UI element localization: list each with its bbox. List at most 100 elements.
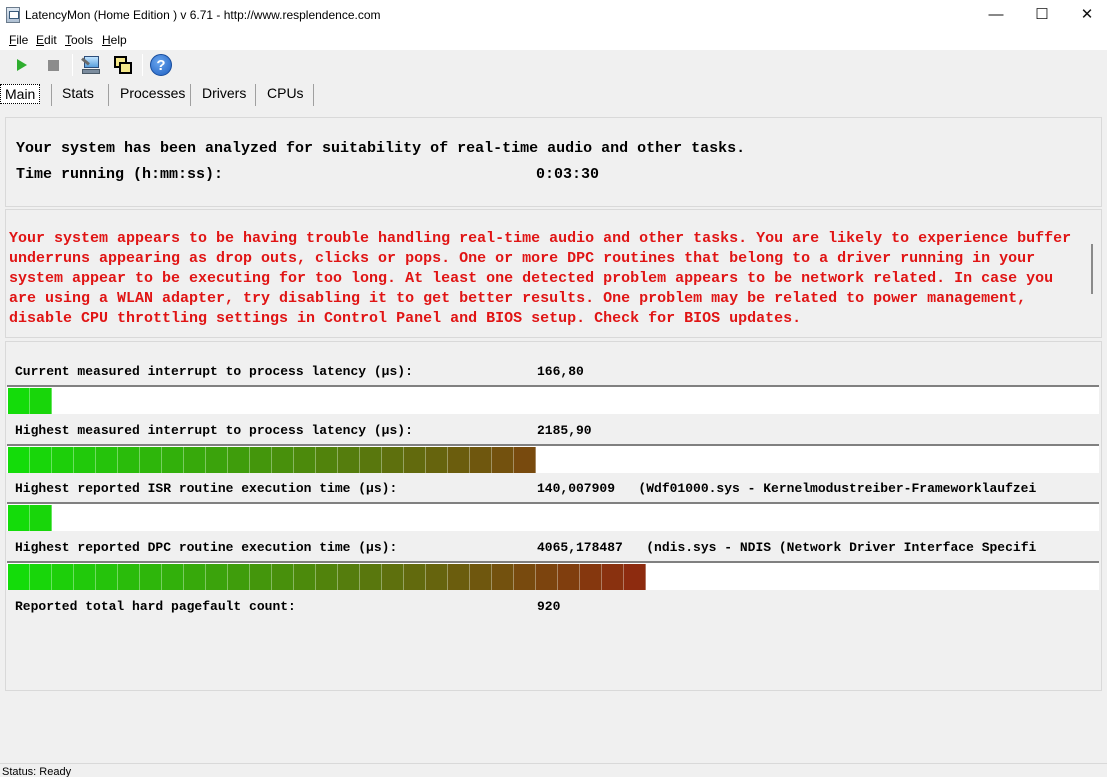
meter-segment [404, 564, 426, 590]
meter-segment [426, 447, 448, 473]
meter-segment [162, 447, 184, 473]
meter-segment [30, 564, 52, 590]
meter-segment [250, 447, 272, 473]
toolbar: ? [0, 50, 1107, 80]
windows-button[interactable] [111, 53, 135, 77]
stop-button[interactable] [41, 53, 65, 77]
dpc-time-value: 4065,178487 (ndis.sys - NDIS (Network Dr… [537, 540, 1037, 555]
start-button[interactable] [10, 53, 34, 77]
help-icon: ? [150, 54, 172, 76]
meter-segment [492, 564, 514, 590]
dpc-time-bar [7, 561, 1099, 590]
meter-segment [448, 564, 470, 590]
maximize-button[interactable]: ☐ [1019, 0, 1065, 30]
meter-segment [492, 447, 514, 473]
meter-segment [118, 447, 140, 473]
meter-segment [360, 564, 382, 590]
tab-separator [190, 84, 191, 106]
menu-help[interactable]: Help [102, 33, 127, 47]
isr-time-bar [7, 502, 1099, 531]
tab-cpus[interactable]: CPUs [263, 84, 308, 104]
scan-button[interactable] [79, 53, 103, 77]
metrics-panel: Current measured interrupt to process la… [5, 341, 1102, 691]
minimize-button[interactable]: — [973, 0, 1019, 30]
meter-segment [250, 564, 272, 590]
meter-segment [272, 564, 294, 590]
tab-separator [108, 84, 109, 106]
tab-separator [313, 84, 314, 106]
meter-segment [228, 447, 250, 473]
windows-icon [113, 55, 133, 75]
meter-segment [8, 505, 30, 531]
highest-latency-label: Highest measured interrupt to process la… [15, 423, 413, 438]
status-bar: Status: Ready [0, 763, 1107, 777]
meter-segment [228, 564, 250, 590]
meter-segment [30, 447, 52, 473]
meter-segment [514, 564, 536, 590]
meter-segment [294, 564, 316, 590]
meter-segment [140, 447, 162, 473]
menu-file[interactable]: File [9, 33, 28, 47]
meter-segment [30, 388, 52, 414]
vertical-scrollbar[interactable] [1091, 244, 1093, 294]
meter-segment [382, 447, 404, 473]
meter-segment [118, 564, 140, 590]
meter-segment [448, 447, 470, 473]
pagefault-value: 920 [537, 599, 561, 614]
meter-segment [602, 564, 624, 590]
current-latency-value: 166,80 [537, 364, 584, 379]
meter-segment [470, 564, 492, 590]
meter-segment [96, 447, 118, 473]
status-text: Status: Ready [2, 766, 72, 777]
tab-processes[interactable]: Processes [116, 84, 189, 104]
meter-segment [140, 564, 162, 590]
meter-segment [360, 447, 382, 473]
meter-segment [184, 564, 206, 590]
help-button[interactable]: ? [149, 53, 173, 77]
dpc-time-label: Highest reported DPC routine execution t… [15, 540, 398, 555]
meter-segment [338, 447, 360, 473]
isr-time-value: 140,007909 (Wdf01000.sys - Kernelmodustr… [537, 481, 1037, 496]
menu-tools[interactable]: Tools [65, 33, 93, 47]
close-button[interactable]: ✕ [1064, 0, 1107, 30]
meter-segment [426, 564, 448, 590]
meter-segment [162, 564, 184, 590]
isr-time-label: Highest reported ISR routine execution t… [15, 481, 398, 496]
meter-segment [272, 447, 294, 473]
menu-edit[interactable]: Edit [36, 33, 57, 47]
meter-segment [536, 564, 558, 590]
tab-separator [255, 84, 256, 106]
meter-segment [338, 564, 360, 590]
meter-segment [206, 564, 228, 590]
current-latency-label: Current measured interrupt to process la… [15, 364, 413, 379]
meter-segment [470, 447, 492, 473]
tab-strip: Main Stats Processes Drivers CPUs [0, 80, 1107, 106]
meter-segment [558, 564, 580, 590]
meter-segment [8, 564, 30, 590]
meter-segment [624, 564, 646, 590]
meter-segment [294, 447, 316, 473]
tab-drivers[interactable]: Drivers [198, 84, 250, 104]
highest-latency-value: 2185,90 [537, 423, 592, 438]
highest-latency-bar [7, 444, 1099, 473]
tab-main[interactable]: Main [0, 84, 41, 104]
menu-bar: File Edit Tools Help [0, 30, 1107, 50]
app-icon [6, 7, 20, 23]
tab-stats[interactable]: Stats [58, 84, 98, 104]
meter-segment [184, 447, 206, 473]
window-title: LatencyMon (Home Edition ) v 6.71 - http… [25, 8, 381, 22]
meter-segment [8, 388, 30, 414]
title-bar: LatencyMon (Home Edition ) v 6.71 - http… [0, 0, 1107, 30]
meter-segment [96, 564, 118, 590]
meter-segment [206, 447, 228, 473]
stop-icon [47, 59, 59, 71]
meter-segment [52, 447, 74, 473]
pagefault-label: Reported total hard pagefault count: [15, 599, 296, 614]
meter-segment [514, 447, 536, 473]
warning-text: Your system appears to be having trouble… [9, 230, 1072, 327]
warning-panel[interactable]: Your system appears to be having trouble… [5, 209, 1102, 338]
meter-segment [580, 564, 602, 590]
meter-segment [30, 505, 52, 531]
time-running-value: 0:03:30 [536, 166, 600, 183]
time-running-label: Time running (h:mm:ss): [16, 166, 224, 183]
